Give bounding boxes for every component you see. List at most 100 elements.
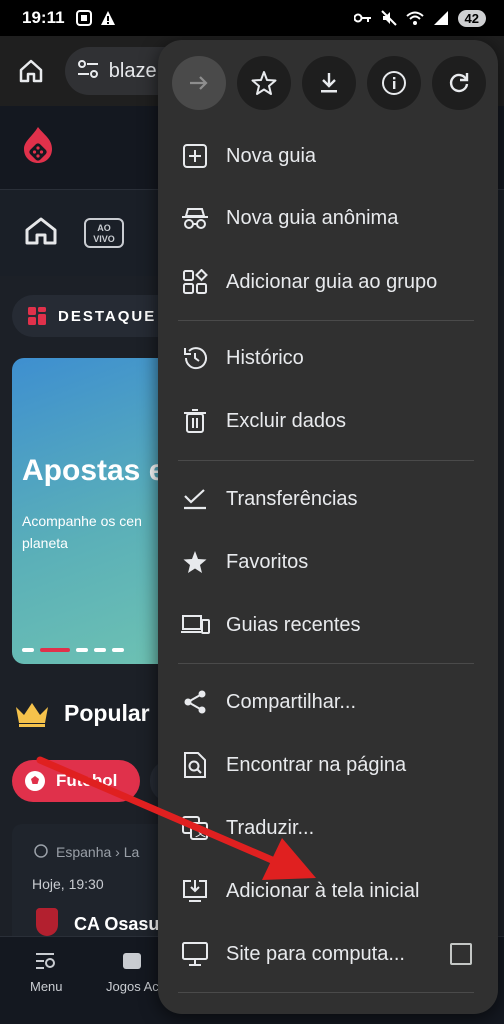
reload-icon bbox=[449, 73, 469, 93]
new-tab-icon bbox=[180, 141, 210, 171]
crown-icon bbox=[16, 702, 48, 727]
bottom-nav-jogos[interactable]: Jogos Ac bbox=[106, 951, 159, 994]
status-time: 19:11 bbox=[22, 8, 65, 27]
signal-icon bbox=[432, 10, 450, 26]
carousel-dot[interactable] bbox=[94, 648, 106, 652]
menu-item-excluir-dados[interactable]: Excluir dados bbox=[158, 393, 498, 449]
menu-item-traduzir[interactable]: 文 Traduzir... bbox=[158, 800, 498, 856]
soccer-small-icon bbox=[34, 844, 48, 858]
downloads-check-icon bbox=[180, 484, 210, 514]
screenshot-icon bbox=[75, 10, 93, 26]
banner-title: Apostas e bbox=[22, 454, 166, 487]
menu-item-label: Guias recentes bbox=[226, 613, 361, 636]
forward-icon bbox=[190, 76, 208, 90]
menu-item-guias-recentes[interactable]: Guias recentes bbox=[158, 597, 498, 653]
history-icon bbox=[180, 343, 210, 373]
menu-item-label: Nova guia bbox=[226, 144, 317, 167]
menu-item-label: Histórico bbox=[226, 346, 304, 369]
download-icon bbox=[321, 73, 337, 93]
grid-icon bbox=[28, 307, 46, 325]
menu-item-label: Nova guia anônima bbox=[226, 206, 399, 229]
share-icon bbox=[180, 687, 210, 717]
warning-icon bbox=[99, 10, 117, 26]
menu-divider bbox=[178, 663, 474, 664]
find-in-page-icon bbox=[180, 750, 210, 780]
menu-action-row bbox=[172, 56, 486, 110]
menu-item-label: Favoritos bbox=[226, 550, 309, 573]
menu-divider bbox=[178, 992, 474, 993]
banner-subtitle: Acompanhe os cen planeta bbox=[22, 513, 142, 551]
popular-title: Popular bbox=[64, 700, 150, 726]
chrome-overflow-menu: Nova guia Nova guia anônima Adicionar gu… bbox=[158, 40, 498, 1014]
bottom-nav-menu[interactable]: Menu bbox=[30, 951, 63, 994]
home-icon bbox=[20, 59, 43, 83]
aovivo-button[interactable]: AO VIVO bbox=[84, 218, 124, 248]
recent-tabs-icon bbox=[180, 610, 210, 640]
carousel-dot[interactable] bbox=[112, 648, 124, 652]
menu-item-compartilhar[interactable]: Compartilhar... bbox=[158, 674, 498, 730]
carousel-dot[interactable] bbox=[22, 648, 34, 652]
bookmark-button[interactable] bbox=[237, 56, 291, 110]
trash-icon bbox=[180, 406, 210, 436]
menu-divider bbox=[178, 320, 474, 321]
status-bar: 19:11 42 bbox=[0, 0, 504, 36]
menu-item-label: Adicionar à tela inicial bbox=[226, 879, 420, 902]
menu-item-historico[interactable]: Histórico bbox=[158, 330, 498, 386]
site-home-icon[interactable] bbox=[24, 216, 58, 251]
mute-icon bbox=[380, 10, 398, 26]
incognito-icon bbox=[180, 203, 210, 233]
menu-search-icon bbox=[36, 953, 56, 969]
aovivo-line2: VIVO bbox=[93, 234, 115, 244]
forward-button[interactable] bbox=[172, 56, 226, 110]
match-team: CA Osasun bbox=[74, 914, 171, 934]
popular-section-header: Popular bbox=[14, 700, 150, 727]
blaze-logo-icon[interactable] bbox=[22, 125, 54, 170]
download-button[interactable] bbox=[302, 56, 356, 110]
translate-icon: 文 bbox=[180, 813, 210, 843]
menu-item-transferencias[interactable]: Transferências bbox=[158, 471, 498, 527]
menu-item-label: Site para computa... bbox=[226, 942, 405, 965]
aovivo-line1: AO bbox=[97, 223, 111, 233]
battery-level: 42 bbox=[457, 9, 486, 27]
desktop-site-checkbox[interactable] bbox=[450, 943, 472, 965]
menu-item-label: Encontrar na página bbox=[226, 753, 407, 776]
menu-item-adicionar-tela-inicial[interactable]: Adicionar à tela inicial bbox=[158, 863, 498, 919]
home-button[interactable] bbox=[12, 51, 51, 91]
casino-icon bbox=[123, 953, 142, 969]
soccer-ball-icon bbox=[25, 771, 45, 791]
menu-item-label: Adicionar guia ao grupo bbox=[226, 270, 438, 293]
menu-item-label: Transferências bbox=[226, 487, 358, 510]
svg-text:文: 文 bbox=[195, 825, 206, 839]
menu-item-label: Compartilhar... bbox=[226, 690, 357, 713]
bottom-nav-jogos-label: Jogos Ac bbox=[106, 979, 159, 994]
tab-group-icon bbox=[180, 267, 210, 297]
menu-item-adicionar-guia-grupo[interactable]: Adicionar guia ao grupo bbox=[158, 254, 498, 310]
url-text: blaze. bbox=[108, 59, 163, 82]
carousel-dots bbox=[22, 648, 124, 652]
match-time: Hoje, 19:30 bbox=[32, 876, 104, 892]
reload-button[interactable] bbox=[432, 56, 486, 110]
key-icon bbox=[353, 10, 372, 26]
carousel-dot[interactable] bbox=[76, 648, 88, 652]
menu-item-nova-guia-anonima[interactable]: Nova guia anônima bbox=[158, 190, 498, 246]
menu-item-label: Traduzir... bbox=[226, 816, 315, 839]
carousel-dot-active[interactable] bbox=[40, 648, 70, 652]
info-icon bbox=[382, 71, 406, 95]
futebol-chip[interactable]: Futebol bbox=[12, 760, 140, 802]
menu-item-nova-guia[interactable]: Nova guia bbox=[158, 128, 498, 184]
menu-item-label: Excluir dados bbox=[226, 409, 347, 432]
menu-item-encontrar[interactable]: Encontrar na página bbox=[158, 737, 498, 793]
star-icon bbox=[251, 71, 277, 95]
match-league: Espanha › La bbox=[56, 844, 140, 860]
site-settings-icon[interactable] bbox=[77, 59, 99, 83]
menu-divider bbox=[178, 460, 474, 461]
team-crest-icon bbox=[36, 908, 58, 936]
menu-item-favoritos[interactable]: Favoritos bbox=[158, 534, 498, 590]
desktop-icon bbox=[180, 939, 210, 969]
page-info-button[interactable] bbox=[367, 56, 421, 110]
bookmark-star-icon bbox=[180, 547, 210, 577]
wifi-icon bbox=[405, 10, 424, 26]
futebol-label: Futebol bbox=[56, 771, 118, 790]
menu-item-site-computador[interactable]: Site para computa... bbox=[158, 926, 498, 982]
destaques-label: DESTAQUE bbox=[58, 307, 157, 325]
